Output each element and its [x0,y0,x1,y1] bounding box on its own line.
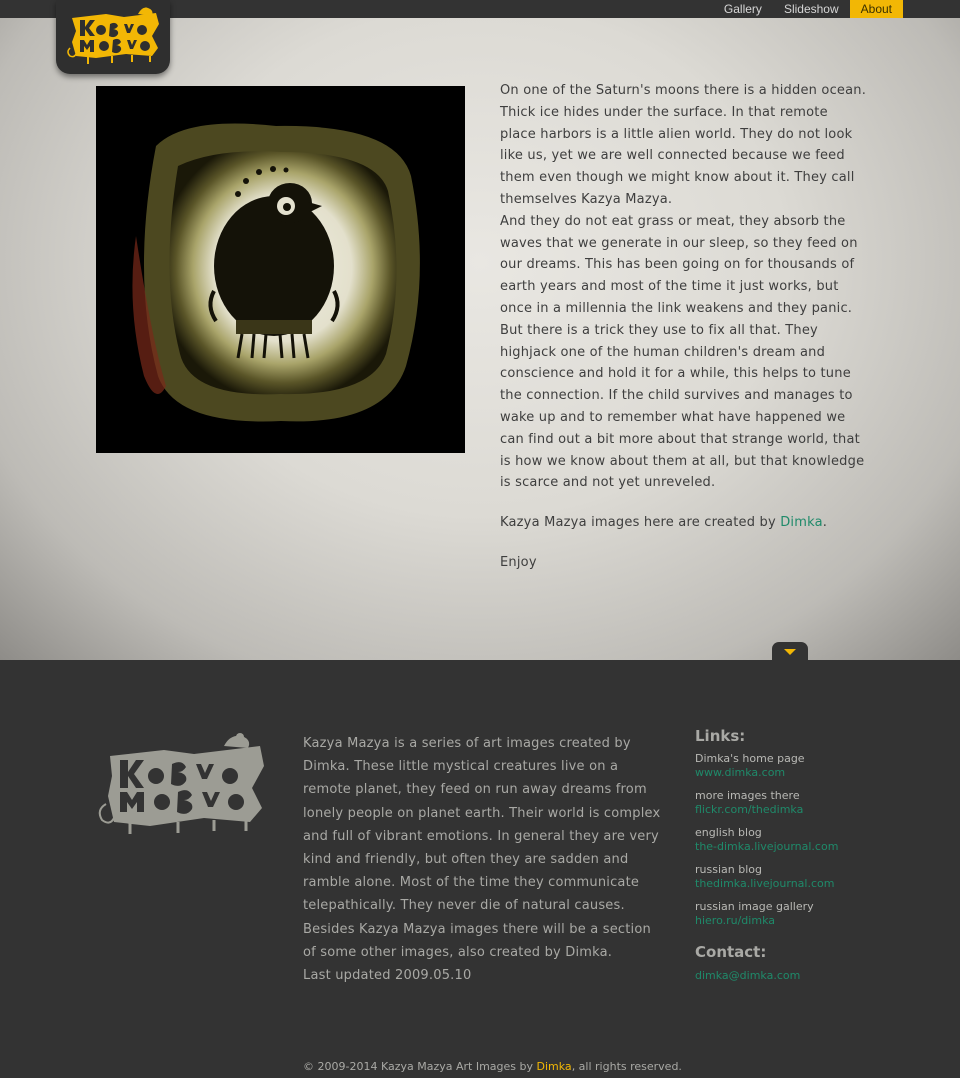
copyright-dimka-link[interactable]: Dimka [537,1060,572,1073]
link-url[interactable]: flickr.com/thedimka [695,803,935,817]
kazya-mazya-logo [67,7,159,64]
links-section: Links: Dimka's home page www.dimka.com m… [695,726,935,982]
footer-description: Kazya Mazya is a series of art images cr… [303,732,663,987]
main-nav: Gallery Slideshow About [713,0,903,18]
nav-about[interactable]: About [849,0,903,18]
footer-logo [94,730,268,840]
link-url[interactable]: thedimka.livejournal.com [695,877,935,891]
contact-email-link[interactable]: dimka@dimka.com [695,969,935,982]
link-title: english blog [695,826,762,839]
copyright: © 2009-2014 Kazya Mazya Art Images by Di… [303,1060,682,1073]
link-item: russian blog thedimka.livejournal.com [695,863,935,891]
artwork-image [96,86,465,453]
caret-down-icon [784,649,796,655]
logo-link[interactable] [56,0,170,74]
contact-heading: Contact: [695,943,767,961]
link-url[interactable]: hiero.ru/dimka [695,914,935,928]
link-title: russian image gallery [695,900,814,913]
last-updated: Last updated 2009.05.10 [303,968,472,984]
credit-line: Kazya Mazya images here are created by D… [500,515,828,531]
enjoy-text: Enjoy [500,554,537,570]
nav-gallery[interactable]: Gallery [713,0,773,18]
about-text: On one of the Saturn's moons there is a … [500,80,868,574]
links-heading: Links: [695,727,746,745]
about-paragraph-1: On one of the Saturn's moons there is a … [500,83,867,207]
link-url[interactable]: the-dimka.livejournal.com [695,840,935,854]
footer-paragraph-1: Kazya Mazya is a series of art images cr… [303,736,661,914]
scroll-down-button[interactable] [772,642,808,664]
footer-paragraph-2: Besides Kazya Mazya images there will be… [303,921,651,960]
link-item: english blog the-dimka.livejournal.com [695,826,935,854]
link-title: Dimka's home page [695,752,805,765]
kazya-mazya-logo-gray [98,733,264,834]
dimka-link[interactable]: Dimka [780,515,823,530]
link-item: Dimka's home page www.dimka.com [695,752,935,780]
link-url[interactable]: www.dimka.com [695,766,935,780]
about-section: On one of the Saturn's moons there is a … [0,18,960,660]
nav-slideshow[interactable]: Slideshow [773,0,850,18]
link-title: russian blog [695,863,762,876]
footer: Kazya Mazya is a series of art images cr… [0,660,960,1078]
link-item: russian image gallery hiero.ru/dimka [695,900,935,928]
link-item: more images there flickr.com/thedimka [695,789,935,817]
about-paragraph-2: And they do not eat grass or meat, they … [500,213,865,491]
link-title: more images there [695,789,800,802]
